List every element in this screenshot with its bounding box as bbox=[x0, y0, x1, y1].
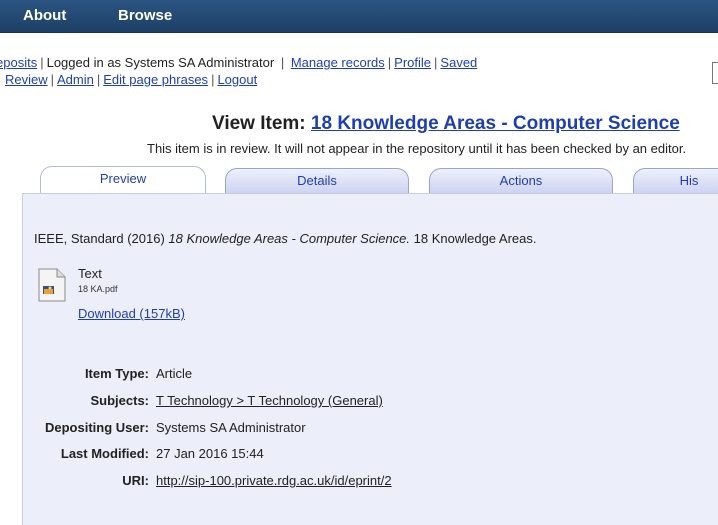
last-modified-value: 27 Jan 2016 15:44 bbox=[156, 446, 264, 461]
document-image-icon[interactable] bbox=[38, 268, 66, 302]
depositing-user-label: Depositing User: bbox=[44, 420, 149, 435]
tab-actions[interactable]: Actions bbox=[429, 168, 613, 193]
separator: | bbox=[387, 55, 392, 70]
citation-authors: IEEE, Standard (2016) bbox=[34, 231, 169, 246]
download-link[interactable]: Download (157kB) bbox=[78, 306, 185, 321]
edit-page-phrases-link[interactable]: Edit page phrases bbox=[103, 72, 208, 87]
separator: | bbox=[96, 72, 101, 87]
search-box-edge[interactable] bbox=[712, 62, 718, 84]
admin-link[interactable]: Admin bbox=[57, 72, 94, 87]
item-title-link[interactable]: 18 Knowledge Areas - Computer Science bbox=[311, 113, 680, 134]
top-navigation-bar: About Browse bbox=[0, 0, 718, 33]
profile-link[interactable]: Profile bbox=[394, 55, 431, 70]
uri-link[interactable]: http://sip-100.private.rdg.ac.uk/id/epri… bbox=[156, 473, 392, 488]
separator: | bbox=[40, 55, 44, 70]
depositing-user-value: Systems SA Administrator bbox=[156, 420, 306, 435]
saved-link[interactable]: Saved bbox=[440, 55, 477, 70]
deposits-link[interactable]: eposits bbox=[0, 55, 37, 70]
review-status-message: This item is in review. It will not appe… bbox=[147, 141, 687, 156]
logout-link[interactable]: Logout bbox=[217, 72, 257, 87]
item-tabs: Preview Details Actions His bbox=[0, 163, 718, 194]
user-menu-line-1: eposits | Logged in as Systems SA Administ… bbox=[0, 54, 477, 71]
item-type-label: Item Type: bbox=[84, 366, 149, 381]
citation-title: 18 Knowledge Areas - Computer Science. bbox=[168, 231, 411, 246]
item-type-value: Article bbox=[156, 366, 193, 381]
uri-label: URI: bbox=[122, 473, 149, 488]
separator: | bbox=[277, 55, 288, 70]
tab-history[interactable]: His bbox=[633, 168, 718, 193]
page-title-prefix: View Item: bbox=[212, 113, 311, 134]
nav-about[interactable]: About bbox=[23, 7, 66, 24]
nav-browse[interactable]: Browse bbox=[118, 7, 172, 24]
user-menu-line-2: Review | Admin | Edit page phrases | Logout bbox=[5, 71, 257, 88]
page-title: View Item: 18 Knowledge Areas - Computer… bbox=[212, 113, 680, 135]
file-type-label: Text bbox=[78, 266, 102, 281]
subjects-label: Subjects: bbox=[90, 393, 149, 408]
last-modified-label: Last Modified: bbox=[60, 446, 149, 461]
citation-series: 18 Knowledge Areas. bbox=[410, 231, 537, 246]
citation: IEEE, Standard (2016) 18 Knowledge Areas… bbox=[34, 231, 537, 246]
tab-preview[interactable]: Preview bbox=[40, 166, 206, 194]
user-menu-bar: eposits | Logged in as Systems SA Administ… bbox=[0, 54, 718, 94]
separator: | bbox=[50, 72, 55, 87]
subjects-link[interactable]: T Technology > T Technology (General) bbox=[156, 393, 383, 408]
logged-in-text: Logged in as Systems SA Administrator bbox=[46, 55, 275, 70]
separator: | bbox=[434, 55, 438, 70]
file-name: 18 KA.pdf bbox=[78, 284, 118, 294]
manage-records-link[interactable]: Manage records bbox=[291, 55, 385, 70]
review-link[interactable]: Review bbox=[5, 72, 48, 87]
tab-details[interactable]: Details bbox=[225, 168, 409, 193]
